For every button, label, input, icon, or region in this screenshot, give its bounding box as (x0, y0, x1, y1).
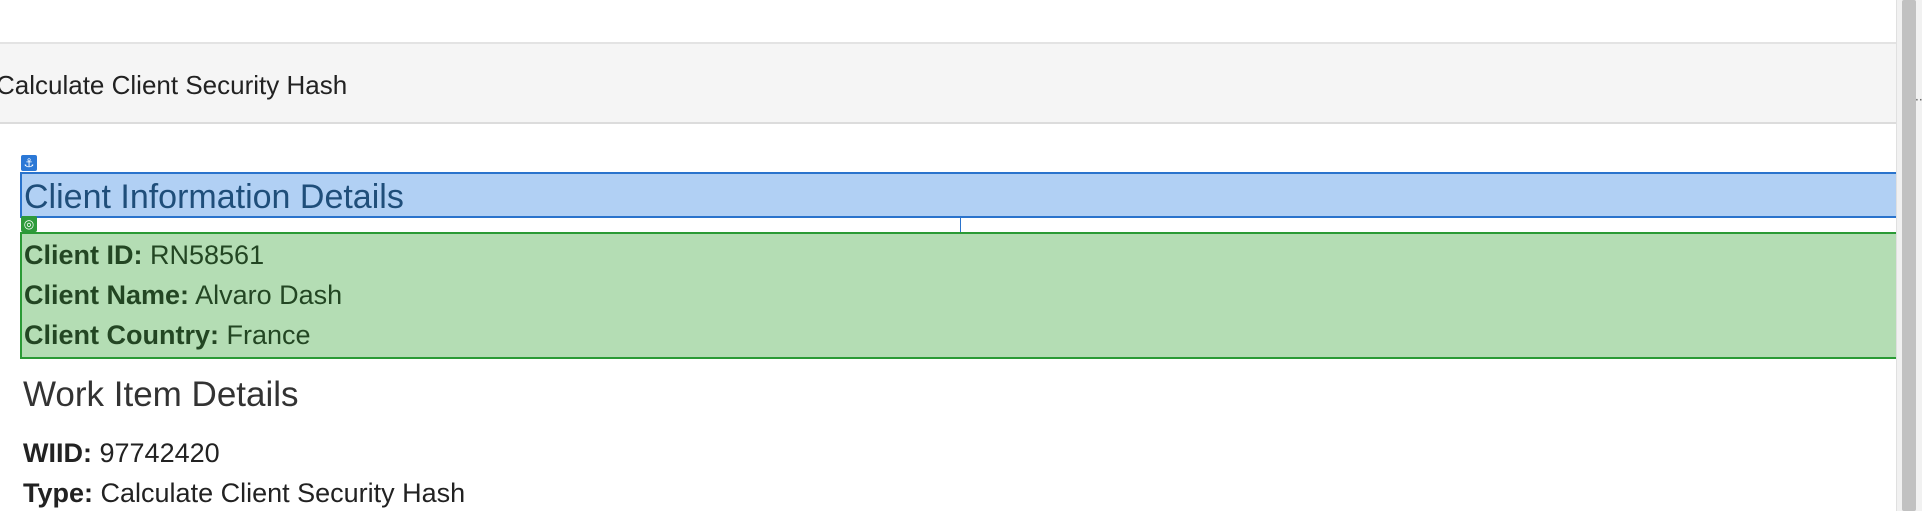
target-icon[interactable]: ◎ (21, 216, 37, 232)
client-country-row: Client Country: France (24, 320, 311, 351)
client-country-value: France (226, 320, 311, 350)
client-name-value: Alvaro Dash (195, 280, 343, 310)
top-blank-area (0, 0, 1896, 42)
client-id-row: Client ID: RN58561 (24, 240, 264, 271)
divider-tick (960, 218, 961, 232)
page: Calculate Client Security Hash ⚓ Client … (0, 0, 1922, 511)
wiid-row: WIID: 97742420 (23, 438, 220, 469)
client-id-value: RN58561 (150, 240, 265, 270)
client-country-label: Client Country: (24, 320, 219, 350)
panel-title: Calculate Client Security Hash (0, 70, 348, 100)
type-row: Type: Calculate Client Security Hash (23, 478, 465, 509)
client-name-label: Client Name: (24, 280, 190, 310)
client-name-row: Client Name: Alvaro Dash (24, 280, 342, 311)
scrollbar-thumb[interactable] (1902, 0, 1916, 511)
client-info-heading-highlight: Client Information Details (20, 172, 1902, 218)
client-info-highlight: Client ID: RN58561 Client Name: Alvaro D… (20, 232, 1902, 359)
vertical-scrollbar[interactable] (1896, 0, 1922, 511)
type-label: Type: (23, 478, 94, 508)
client-id-label: Client ID: (24, 240, 143, 270)
more-icon[interactable]: ·· (1915, 93, 1922, 107)
work-item-heading: Work Item Details (23, 375, 299, 414)
wiid-value: 97742420 (99, 438, 220, 468)
anchor-icon[interactable]: ⚓ (21, 155, 37, 171)
panel-heading: Calculate Client Security Hash (0, 42, 1896, 124)
client-info-heading: Client Information Details (24, 178, 404, 216)
type-value: Calculate Client Security Hash (100, 478, 466, 508)
wiid-label: WIID: (23, 438, 92, 468)
